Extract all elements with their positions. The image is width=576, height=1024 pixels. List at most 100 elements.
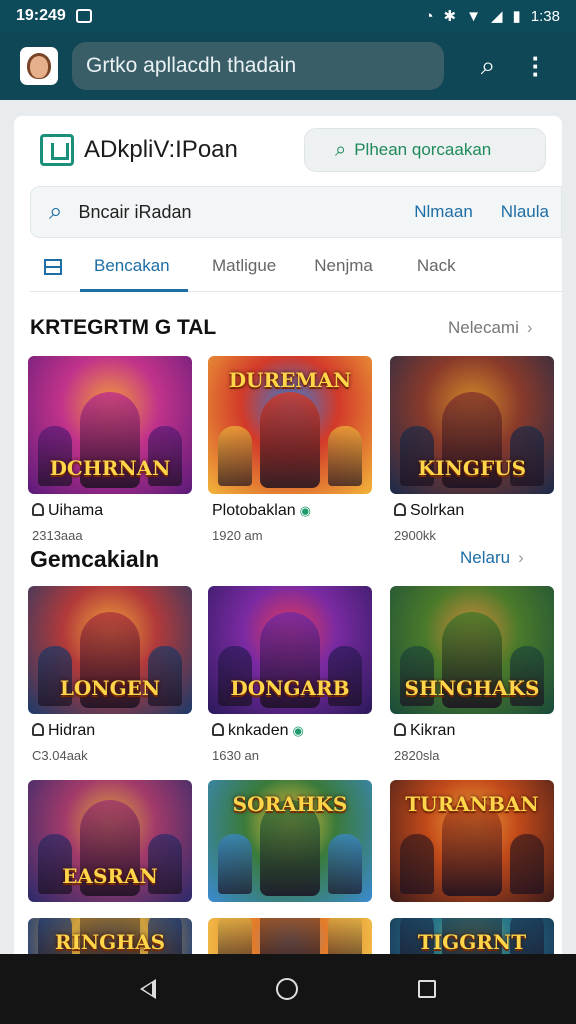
character-figure (218, 918, 252, 954)
user-icon (394, 503, 406, 516)
status-time-right: 1:38 (530, 7, 560, 25)
character-figure (510, 834, 544, 894)
battery-icon: ▮ (512, 8, 521, 25)
game-title-text: knkaden (228, 722, 289, 739)
game-tile[interactable]: TURANBAN (390, 780, 554, 902)
game-logo-text: KINGFUS (417, 456, 527, 480)
character-figure (328, 426, 362, 486)
category-tabs: Bencakan Matligue Nenjma Nack (30, 242, 562, 292)
eye-icon: ◉ (292, 723, 304, 738)
game-title[interactable]: Kikran (394, 722, 455, 740)
game-subtitle: 2313aaa (32, 528, 83, 543)
url-bar[interactable]: Grtko apllacdh thadain (72, 42, 444, 90)
game-tile[interactable]: SORAHKS (208, 780, 372, 902)
user-icon (32, 723, 44, 736)
store-card: ADkpliV:IPoan ⌕ Plhean qorcaakan ⌕ Bncai… (14, 116, 562, 954)
status-icons: ◔ ✱ ▼ ◢ ▮ 1:38 (424, 7, 560, 26)
game-logo-text: SORAHKS (232, 792, 348, 816)
user-icon (32, 503, 44, 516)
game-tile[interactable]: RINGHAS (28, 918, 192, 954)
header-search-label: Plhean qorcaakan (354, 140, 492, 159)
game-logo-text: SHNGHAKS (404, 676, 540, 700)
header-search-button[interactable]: ⌕ Plhean qorcaakan (304, 128, 546, 172)
home-icon[interactable] (276, 978, 298, 1000)
see-all-label-2: Nelaru (460, 548, 511, 567)
grid-menu-icon[interactable] (44, 258, 62, 275)
game-subtitle: 1630 an (212, 748, 259, 763)
search-link-1[interactable]: Nlmaan (414, 202, 473, 222)
more-menu-icon[interactable]: · · · (514, 45, 558, 87)
system-nav-bar (0, 954, 576, 1024)
search-placeholder: Bncair iRadan (78, 201, 192, 222)
game-tile[interactable] (208, 918, 372, 954)
avatar-face-icon (27, 53, 51, 79)
game-title[interactable]: Hidran (32, 722, 95, 740)
game-logo-text: LONGEN (59, 676, 161, 700)
game-title-text: Kikran (410, 722, 456, 739)
game-tile[interactable]: LONGEN (28, 586, 192, 714)
search-icon: ⌕ (335, 138, 347, 161)
section-title-2: Gemcakialn (30, 546, 160, 572)
search-field[interactable]: ⌕ Bncair iRadan Nlmaan Nlaula (30, 186, 562, 238)
section-see-all-2[interactable]: Nelaru › (460, 548, 524, 568)
search-icon[interactable]: ⌕ (466, 50, 510, 82)
recent-apps-icon[interactable] (418, 980, 436, 998)
user-icon (212, 723, 224, 736)
game-title-text: Hidran (48, 722, 96, 739)
vibrate-icon: ✱ (443, 8, 457, 25)
character-figure (260, 918, 320, 954)
game-tile[interactable]: DCHRNAN (28, 356, 192, 494)
signal-icon: ◢ (490, 8, 503, 25)
game-tile[interactable]: EASRAN (28, 780, 192, 902)
game-title[interactable]: Uihama (32, 502, 103, 520)
game-title[interactable]: Plotobaklan ◉ (212, 502, 311, 520)
game-title[interactable]: knkaden ◉ (212, 722, 304, 740)
store-name: ADkpliV:IPoan (84, 136, 238, 163)
url-text: Grtko apllacdh thadain (86, 54, 297, 77)
character-figure (260, 392, 320, 488)
game-logo-text: TURANBAN (405, 792, 539, 816)
game-subtitle: C3.04aak (32, 748, 88, 763)
status-time: 19:249 (16, 7, 66, 24)
game-logo-text: DUREMAN (228, 368, 352, 392)
section-title: KRTEGRTM G TAL (30, 316, 217, 339)
character-figure (328, 918, 362, 954)
eye-icon: ◉ (299, 503, 311, 518)
tab-2[interactable]: Matligue (198, 242, 290, 292)
game-tile[interactable]: SHNGHAKS (390, 586, 554, 714)
game-subtitle: 2900kk (394, 528, 436, 543)
user-icon (394, 723, 406, 736)
game-logo-text: RINGHAS (54, 930, 166, 954)
character-figure (328, 834, 362, 894)
chevron-right-icon: › (526, 318, 533, 337)
game-tile[interactable]: DUREMAN (208, 356, 372, 494)
section-see-all[interactable]: Nelecami › (448, 318, 533, 338)
game-tile[interactable]: DONGARB (208, 586, 372, 714)
browser-toolbar: Grtko apllacdh thadain ⌕ · · · (0, 32, 576, 100)
game-title-text: Uihama (48, 502, 104, 519)
character-figure (400, 834, 434, 894)
character-figure (218, 426, 252, 486)
game-logo-text: DONGARB (230, 676, 350, 700)
game-tile[interactable]: KINGFUS (390, 356, 554, 494)
store-logo-icon[interactable] (40, 134, 74, 166)
see-all-label: Nelecami (448, 318, 519, 337)
game-logo-text: TIGGRNT (417, 930, 527, 954)
game-subtitle: 2820sla (394, 748, 440, 763)
site-favicon[interactable] (20, 47, 58, 85)
game-title-text: Solrkan (410, 502, 465, 519)
game-subtitle: 1920 am (212, 528, 263, 543)
search-link-2[interactable]: Nlaula (501, 202, 549, 222)
game-logo-text: DCHRNAN (49, 456, 171, 480)
game-logo-text: EASRAN (62, 864, 158, 888)
tab-1[interactable]: Bencakan (80, 242, 188, 292)
tab-3[interactable]: Nenjma (300, 242, 387, 292)
alarm-icon: ◔ (424, 7, 434, 25)
back-icon[interactable] (140, 979, 156, 999)
game-title[interactable]: Solrkan (394, 502, 464, 520)
game-title-text: Plotobaklan (212, 502, 296, 519)
chevron-right-icon: › (518, 548, 524, 567)
store-header: ADkpliV:IPoan ⌕ Plhean qorcaakan (14, 116, 562, 182)
game-tile[interactable]: TIGGRNT (390, 918, 554, 954)
tab-4[interactable]: Nack (403, 242, 470, 292)
